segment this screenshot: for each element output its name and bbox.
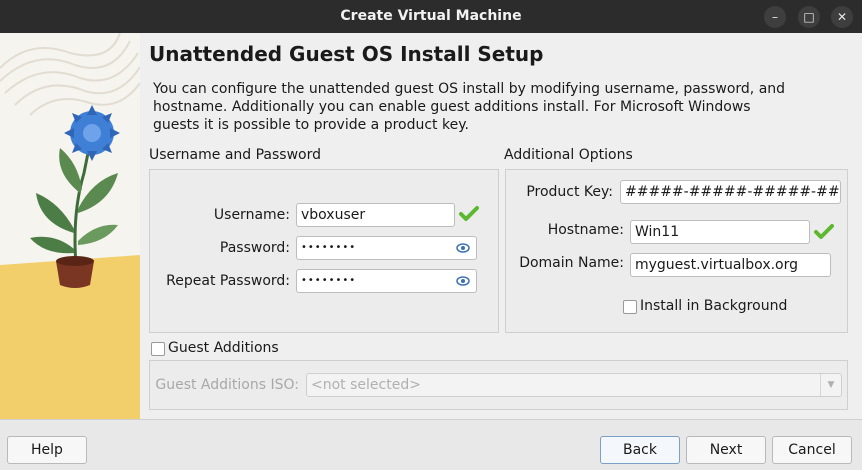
options-group-panel: Product Key: #####-#####-#####-#####- Ho… [505,169,848,333]
username-group-panel: Username: vboxuser Password: •••••••• Re… [149,169,499,333]
plant-illustration [0,33,140,419]
create-vm-dialog: Create Virtual Machine – □ ✕ Unattended … [0,0,862,470]
repeat-password-value: •••••••• [301,275,357,286]
username-input[interactable]: vboxuser [296,203,455,227]
password-value: •••••••• [301,242,357,253]
show-password-icon[interactable] [456,242,470,254]
wizard-content: Unattended Guest OS Install Setup You ca… [140,33,862,419]
page-title: Unattended Guest OS Install Setup [149,42,544,66]
close-icon[interactable]: ✕ [831,6,853,28]
guest-additions-checkbox[interactable] [151,342,165,356]
username-label: Username: [213,207,290,223]
product-key-label: Product Key: [526,184,613,200]
domain-name-label: Domain Name: [519,255,624,271]
hostname-input[interactable]: Win11 [630,220,810,244]
valid-check-icon [459,206,479,221]
repeat-password-input[interactable]: •••••••• [296,269,477,293]
password-label: Password: [219,240,290,256]
install-background-checkbox[interactable] [623,300,637,314]
cancel-button[interactable]: Cancel [772,436,852,464]
window-title: Create Virtual Machine [340,8,522,24]
back-button[interactable]: Back [600,436,680,464]
title-bar: Create Virtual Machine – □ ✕ [0,0,862,33]
password-input[interactable]: •••••••• [296,236,477,260]
options-group-title: Additional Options [504,147,633,163]
install-background-label[interactable]: Install in Background [640,298,787,314]
button-bar: Help Back Next Cancel [0,419,862,470]
help-button[interactable]: Help [7,436,87,464]
guest-additions-iso-select[interactable]: <not selected> ▼ [306,373,842,397]
username-group-title: Username and Password [149,147,321,163]
valid-check-icon [814,224,834,239]
repeat-password-label: Repeat Password: [166,273,290,289]
next-button[interactable]: Next [686,436,766,464]
guest-additions-label[interactable]: Guest Additions [168,340,279,356]
domain-name-input[interactable]: myguest.virtualbox.org [630,253,831,277]
wizard-illustration [0,33,140,419]
show-password-icon[interactable] [456,275,470,287]
minimize-icon[interactable]: – [764,6,786,28]
product-key-input[interactable]: #####-#####-#####-#####- [620,180,841,204]
guest-additions-iso-label: Guest Additions ISO: [155,377,299,393]
guest-additions-panel: Guest Additions ISO: <not selected> ▼ [149,360,848,410]
guest-additions-iso-value: <not selected> [311,377,421,393]
hostname-label: Hostname: [547,222,624,238]
maximize-icon[interactable]: □ [798,6,820,28]
page-description: You can configure the unattended guest O… [153,81,786,133]
dropdown-arrow-icon[interactable]: ▼ [820,374,841,396]
